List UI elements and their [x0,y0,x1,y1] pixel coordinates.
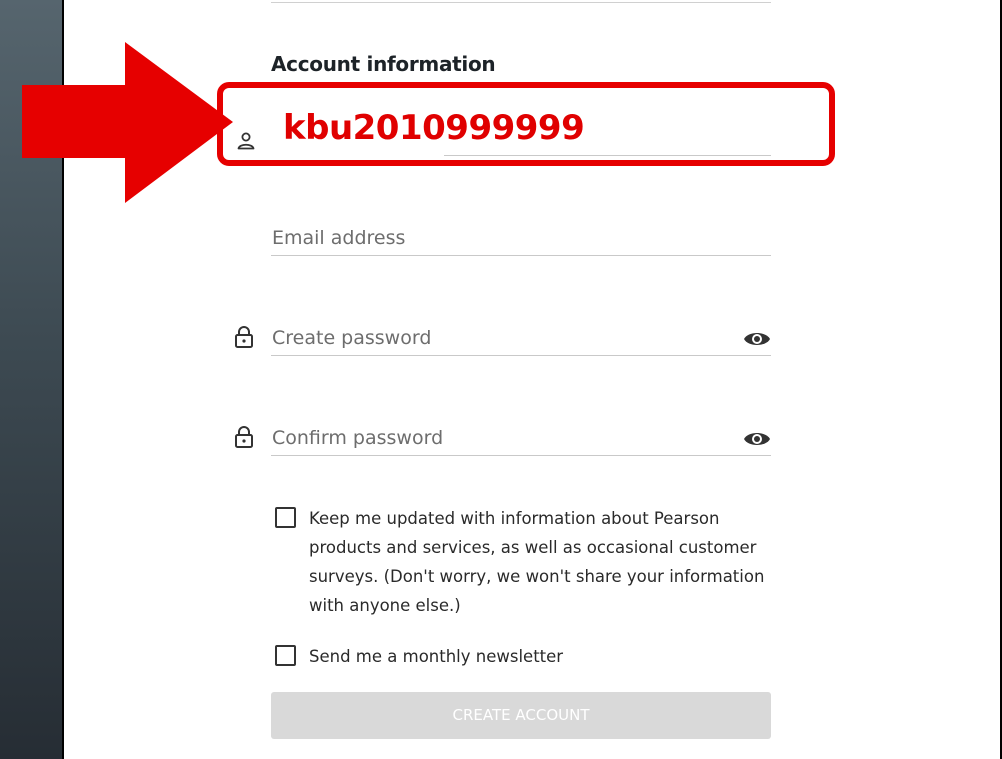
create-password-field[interactable]: Create password [271,320,771,356]
section-title: Account information [271,52,496,76]
updates-checkbox-row: Keep me updated with information about P… [275,504,775,624]
red-arrow-annotation [22,42,233,203]
email-placeholder: Email address [272,227,406,249]
username-highlight-box [217,82,835,166]
email-field[interactable]: Email address [271,220,771,256]
newsletter-checkbox[interactable] [275,645,296,666]
newsletter-checkbox-row: Send me a monthly newsletter [275,642,775,672]
confirm-password-placeholder: Confirm password [272,427,444,449]
top-divider [271,0,771,3]
lock-icon [233,325,255,349]
create-account-button[interactable]: CREATE ACCOUNT [271,692,771,739]
newsletter-checkbox-label: Send me a monthly newsletter [309,647,564,666]
show-confirm-password-eye-icon[interactable] [743,429,771,449]
confirm-password-field[interactable]: Confirm password [271,420,771,456]
lock-icon [233,425,255,449]
updates-checkbox-label: Keep me updated with information about P… [309,509,765,615]
show-password-eye-icon[interactable] [743,329,771,349]
create-password-placeholder: Create password [272,327,432,349]
updates-checkbox[interactable] [275,507,296,528]
